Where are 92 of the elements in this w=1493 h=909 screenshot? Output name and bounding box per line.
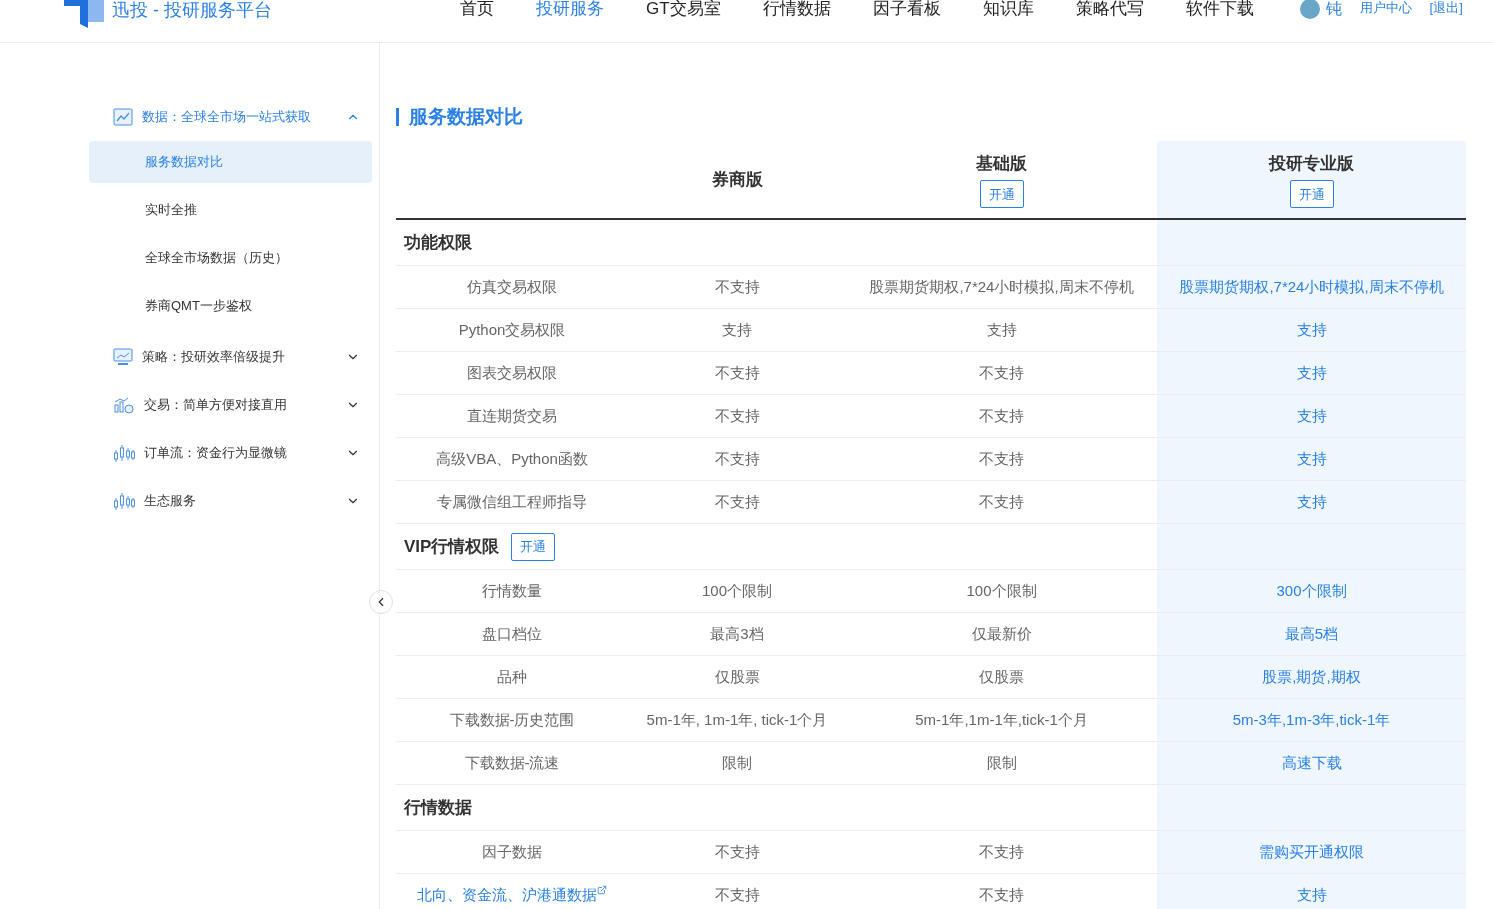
data-link[interactable]: 北向、资金流、沪港通数据 (417, 883, 607, 907)
table-cell-text: 股票期货期权,7*24小时模拟,周末不停机 (868, 276, 1135, 297)
table-cell-text: 限制 (721, 752, 753, 773)
table-cell-text: Python交易权限 (457, 319, 567, 340)
table-cell: 支持 (1157, 481, 1466, 523)
table-cell: 支持 (1157, 395, 1466, 437)
table-cell-text: 不支持 (978, 841, 1025, 862)
brand-title: 迅投 - 投研服务平台 (112, 0, 272, 20)
table-cell-text: 不支持 (713, 841, 761, 862)
user-link[interactable]: [退出] (1429, 0, 1463, 16)
sidebar-group[interactable]: 交易：简单方便对接直用 (89, 381, 372, 429)
table-cell: 支持 (1157, 438, 1466, 480)
table-cell-text: 不支持 (978, 491, 1025, 512)
table-cell-text: 不支持 (713, 362, 761, 383)
bar-chart-icon (113, 396, 135, 414)
nav-link[interactable]: 因子看板 (872, 0, 941, 18)
section-title: 功能权限 (404, 231, 472, 254)
table-cell-text: 不支持 (713, 405, 761, 426)
sidebar-group[interactable]: 订单流：资金行为显微镜 (89, 429, 372, 477)
sidebar-group[interactable]: 数据：全球全市场一站式获取 (89, 93, 372, 141)
table-cell-text: 限制 (985, 752, 1018, 773)
nav-link[interactable]: 首页 (460, 0, 494, 18)
table-cell: 5m-3年,1m-3年,tick-1年 (1157, 699, 1466, 741)
activate-button[interactable]: 开通 (979, 180, 1024, 209)
table-cell: 支持 (1157, 352, 1466, 394)
table-cell-text: 专属微信组工程师指导 (436, 491, 588, 512)
activate-button[interactable]: 开通 (511, 532, 556, 561)
avatar[interactable] (1299, 0, 1320, 19)
table-cell-text: 因子数据 (481, 841, 543, 862)
table-cell-text: 不支持 (713, 276, 761, 297)
table-cell-text: 不支持 (978, 884, 1025, 905)
collapse-button[interactable] (369, 590, 393, 614)
table-cell-text: 不支持 (978, 362, 1025, 383)
table-cell-text: 不支持 (978, 405, 1025, 426)
monitor-icon (113, 348, 133, 366)
table-cell-text: 5m-1年, 1m-1年, tick-1个月 (645, 709, 829, 730)
table-cell: 支持 (1157, 874, 1466, 909)
table-cell-text: 盘口档位 (481, 623, 543, 644)
table-cell-text: 支持 (721, 319, 753, 340)
sidebar-group[interactable]: 策略：投研效率倍级提升 (89, 333, 372, 381)
sidebar-item[interactable]: 服务数据对比 (89, 141, 372, 183)
page-title: 服务数据对比 (409, 104, 523, 129)
candlestick-icon (113, 444, 135, 462)
table-cell-text: 5m-1年,1m-1年,tick-1个月 (914, 709, 1089, 730)
table-cell-text: 不支持 (713, 448, 761, 469)
activate-button[interactable]: 开通 (1289, 180, 1334, 209)
nav-link[interactable]: 行情数据 (762, 0, 831, 18)
table-cell-text: 下载数据-流速 (463, 752, 561, 773)
sidebar-group[interactable]: 生态服务 (89, 477, 372, 525)
logo-icon (64, 0, 106, 28)
table-cell-text: 最高3档 (709, 623, 765, 644)
table-cell: 股票,期货,期权 (1157, 656, 1466, 698)
table-cell: 高速下载 (1157, 742, 1466, 784)
table-cell-text: 直连期货交易 (466, 405, 558, 426)
table-cell-text: 品种 (496, 666, 528, 687)
external-link-icon (597, 884, 607, 895)
table-cell-text: 不支持 (713, 491, 761, 512)
table-cell: 支持 (1157, 309, 1466, 351)
table-cell-text: 行情数量 (481, 580, 543, 601)
table-cell: 股票期货期权,7*24小时模拟,周末不停机 (1157, 266, 1466, 308)
table-cell: 300个限制 (1157, 570, 1466, 612)
candlestick-icon (113, 492, 135, 510)
nav-link[interactable]: 知识库 (982, 0, 1034, 18)
nav-link[interactable]: GT交易室 (646, 0, 721, 18)
nav-link[interactable]: 软件下载 (1185, 0, 1254, 18)
line-chart-icon (113, 108, 133, 126)
table-cell-text: 仿真交易权限 (466, 276, 558, 297)
table-cell-text: 仅最新价 (970, 623, 1033, 644)
nav-link[interactable]: 策略代写 (1075, 0, 1144, 18)
table-cell-text: 100个限制 (701, 580, 773, 601)
table-cell-text: 不支持 (978, 448, 1025, 469)
table-cell: 需购买开通权限 (1157, 831, 1466, 873)
table-cell-text: 下载数据-历史范围 (448, 709, 576, 730)
sidebar-item[interactable]: 实时全推 (89, 189, 372, 231)
section-title: 行情数据 (404, 796, 472, 819)
table-cell-text: 支持 (985, 319, 1018, 340)
column-header: 投研专业版 开通 (1157, 141, 1466, 218)
table-cell: 最高5档 (1157, 613, 1466, 655)
section-title: VIP行情权限 (404, 535, 500, 558)
column-header: 券商版 (710, 168, 764, 191)
nav-link[interactable]: 投研服务 (536, 0, 604, 18)
table-cell-text: 图表交易权限 (466, 362, 558, 383)
table-cell-text: 高级VBA、Python函数 (435, 448, 589, 469)
table-cell-text: 100个限制 (965, 580, 1038, 601)
table-cell-text: 仅股票 (978, 666, 1025, 687)
column-header: 基础版 开通 (846, 141, 1157, 218)
sidebar-item[interactable]: 全球全市场数据（历史） (89, 237, 372, 279)
user-link[interactable]: 用户中心 (1359, 0, 1412, 16)
table-cell-text: 不支持 (713, 884, 761, 905)
table-cell-text: 仅股票 (713, 666, 761, 687)
user-name: 钝 (1325, 0, 1342, 18)
sidebar-item[interactable]: 券商QMT一步鉴权 (89, 285, 372, 327)
